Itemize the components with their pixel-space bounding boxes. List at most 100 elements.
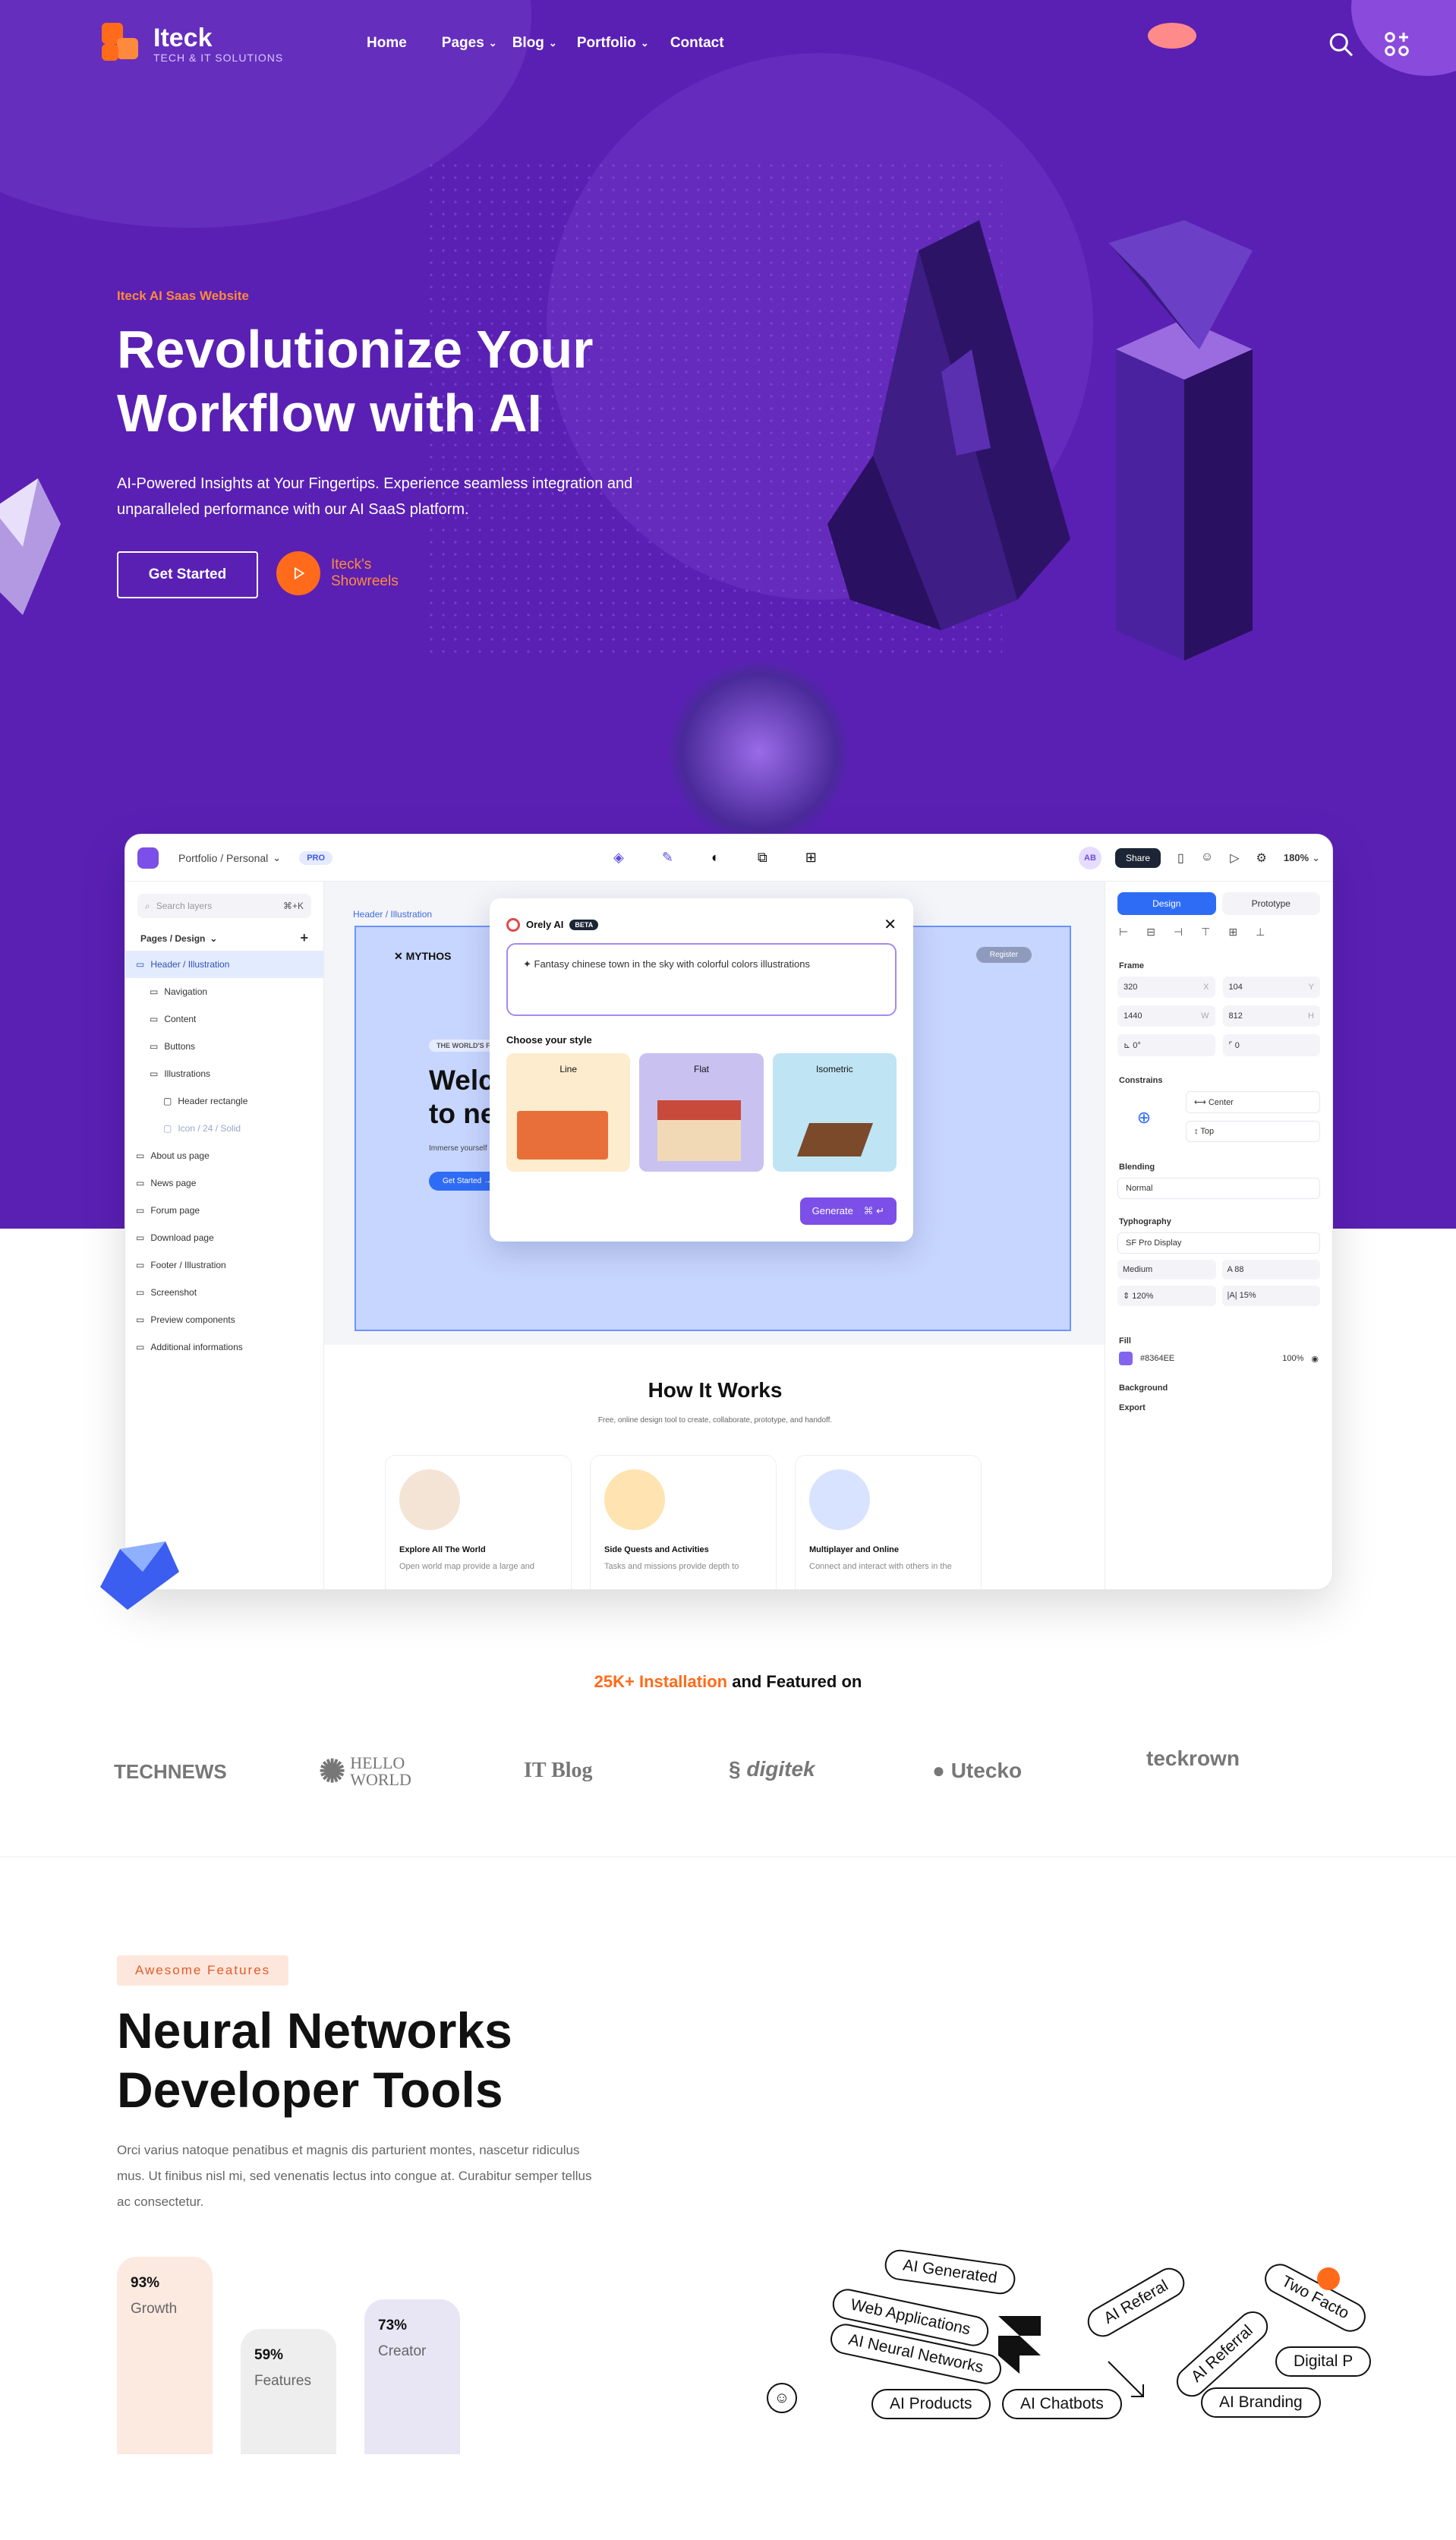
emoji-icon[interactable]: ☺ [1201, 850, 1213, 866]
fill-row[interactable]: #8364EE 100% ◉ [1105, 1352, 1332, 1365]
logo-digitek[interactable]: § digitek [729, 1757, 815, 1781]
layer-item[interactable]: ▭ Header / Illustration [125, 951, 323, 978]
device-icon[interactable]: ▯ [1177, 850, 1184, 866]
layer-item[interactable]: ▭ Preview components [125, 1306, 323, 1333]
style-line[interactable]: Line [506, 1053, 631, 1172]
how-card[interactable]: Side Quests and Activities Tasks and miss… [590, 1455, 777, 1589]
chip-ai-branding[interactable]: AI Branding [1201, 2387, 1321, 2418]
play-icon [276, 551, 320, 595]
y-value: 104 [1228, 983, 1243, 992]
layer-label: Download page [150, 1232, 214, 1243]
line-height-field[interactable]: ⇕ 120% [1117, 1286, 1216, 1306]
share-button[interactable]: Share [1115, 847, 1161, 868]
eye-icon[interactable]: ◉ [1311, 1354, 1319, 1364]
close-icon[interactable]: ✕ [884, 915, 897, 934]
layer-item[interactable]: ▭ Footer / Illustration [125, 1251, 323, 1279]
layer-item[interactable]: ▭ Forum page [125, 1197, 323, 1224]
brand-name: Iteck [153, 24, 213, 52]
add-page-icon[interactable]: + [300, 930, 308, 946]
radius-field[interactable]: ⌜ 0 [1222, 1034, 1320, 1056]
brand-logo[interactable]: Iteck TECH & IT SOLUTIONS [102, 23, 283, 65]
font-select[interactable]: SF Pro Display [1117, 1232, 1320, 1254]
w-field[interactable]: 1440 W [1117, 1005, 1215, 1027]
pages-dropdown[interactable]: Pages / Design ⌄ + [125, 926, 323, 951]
component-icon[interactable]: ◈ [613, 850, 624, 866]
card-title: Explore All The World [399, 1545, 486, 1554]
layer-item[interactable]: ▭ Download page [125, 1224, 323, 1251]
how-card[interactable]: Multiplayer and Online Connect and intera… [795, 1455, 982, 1589]
vertical-constrain-select[interactable]: ↕ Top [1186, 1121, 1320, 1142]
nav-pages[interactable]: Pages ⌄ [442, 35, 497, 52]
frame-label: Header / Illustration [353, 909, 433, 920]
letter-spacing-field[interactable]: |A| 15% [1221, 1286, 1320, 1306]
zoom-level[interactable]: 180% [1284, 852, 1309, 863]
tab-design[interactable]: Design [1117, 892, 1216, 915]
apps-menu-icon[interactable] [1383, 30, 1410, 58]
mock-register-button[interactable]: Register [975, 947, 1032, 963]
chip-ai-referal[interactable]: AI Referal [1082, 2262, 1190, 2343]
h-field[interactable]: 812 H [1222, 1005, 1320, 1027]
app-logo-icon[interactable] [137, 847, 159, 869]
align-center-icon[interactable]: ⊟ [1146, 926, 1155, 939]
search-icon[interactable] [1327, 30, 1354, 58]
layer-item[interactable]: ▭ Buttons [125, 1033, 323, 1060]
layer-item[interactable]: ▢ Icon / 24 / Solid [125, 1115, 323, 1142]
avatar[interactable]: AB [1079, 846, 1101, 869]
chip-digital[interactable]: Digital P [1275, 2346, 1372, 2377]
generate-button[interactable]: Generate ⌘ ↵ [799, 1197, 897, 1225]
nav-blog[interactable]: Blog ⌄ [512, 35, 557, 52]
blending-select[interactable]: Normal [1117, 1178, 1320, 1199]
breadcrumb[interactable]: Portfolio / Personal [178, 852, 268, 864]
logo-teckrown[interactable]: teckrown [1146, 1746, 1240, 1771]
design-canvas[interactable]: Header / Illustration ✕ MYTHOS Register … [324, 882, 1106, 1589]
style-flat[interactable]: Flat [639, 1053, 764, 1172]
layer-item[interactable]: ▭ Navigation [125, 978, 323, 1005]
rotation-field[interactable]: ⊾ 0° [1117, 1034, 1215, 1056]
copy-icon[interactable]: ⧉ [758, 850, 767, 866]
showreel-link[interactable]: Iteck's Showreels [276, 551, 422, 595]
y-field[interactable]: 104 Y [1222, 977, 1320, 998]
magic-wand-icon[interactable]: ✎ [662, 850, 673, 866]
layer-item[interactable]: ▭ Illustrations [125, 1060, 323, 1087]
align-left-icon[interactable]: ⊢ [1119, 926, 1128, 939]
logo-it-blog[interactable]: IT Blog [524, 1759, 593, 1783]
folder-icon: ▭ [136, 1260, 145, 1270]
card-title: Side Quests and Activities [604, 1545, 709, 1554]
layer-item[interactable]: ▢ Header rectangle [125, 1087, 323, 1115]
chip-ai-generated[interactable]: AI Generated [883, 2248, 1017, 2296]
settings-icon[interactable]: ⚙ [1256, 850, 1267, 866]
style-isometric[interactable]: Isometric [772, 1053, 897, 1172]
play-icon[interactable]: ▷ [1230, 850, 1239, 866]
layer-search-input[interactable]: ⌕ Search layers ⌘+K [137, 894, 311, 918]
align-right-icon[interactable]: ⊣ [1174, 926, 1183, 939]
how-card[interactable]: Explore All The World Open world map prov… [385, 1455, 572, 1589]
logo-hello-world[interactable]: ✺ HELLO WORLD [319, 1753, 433, 1790]
chip-two-factor[interactable]: Two Facto [1259, 2258, 1371, 2337]
get-started-button[interactable]: Get Started [117, 551, 258, 598]
layer-item[interactable]: ▭ Content [125, 1005, 323, 1033]
layer-item[interactable]: ▭ Additional informations [125, 1333, 323, 1361]
align-top-icon[interactable]: ⊤ [1201, 926, 1210, 939]
contrast-icon[interactable]: ◐ [711, 850, 720, 866]
pages-label: Pages / Design [140, 932, 206, 944]
constrain-widget[interactable]: ⊕ [1117, 1091, 1171, 1144]
weight-select[interactable]: Medium [1117, 1260, 1216, 1279]
nav-portfolio[interactable]: Portfolio ⌄ [577, 35, 649, 52]
x-label: X [1203, 983, 1209, 992]
layer-item[interactable]: ▭ News page [125, 1169, 323, 1197]
grid-icon[interactable]: ⊞ [805, 850, 817, 866]
tab-prototype[interactable]: Prototype [1221, 892, 1320, 915]
x-field[interactable]: 320 X [1117, 977, 1215, 998]
nav-home[interactable]: Home [367, 35, 407, 52]
horizontal-constrain-select[interactable]: ⟷ Center [1186, 1091, 1320, 1113]
logo-utecko[interactable]: ● Utecko [932, 1759, 1022, 1783]
layer-item[interactable]: ▭ Screenshot [125, 1279, 323, 1306]
size-field[interactable]: A 88 [1221, 1260, 1320, 1279]
align-bottom-icon[interactable]: ⊥ [1256, 926, 1265, 939]
logo-technews[interactable]: TECHNEWS [114, 1760, 227, 1784]
layer-item[interactable]: ▭ About us page [125, 1142, 323, 1169]
nav-contact[interactable]: Contact [670, 35, 724, 52]
align-middle-icon[interactable]: ⊞ [1228, 926, 1237, 939]
prompt-textarea[interactable]: ✦ Fantasy chinese town in the sky with c… [506, 943, 897, 1016]
chip-ai-products[interactable]: AI Products [871, 2389, 991, 2419]
